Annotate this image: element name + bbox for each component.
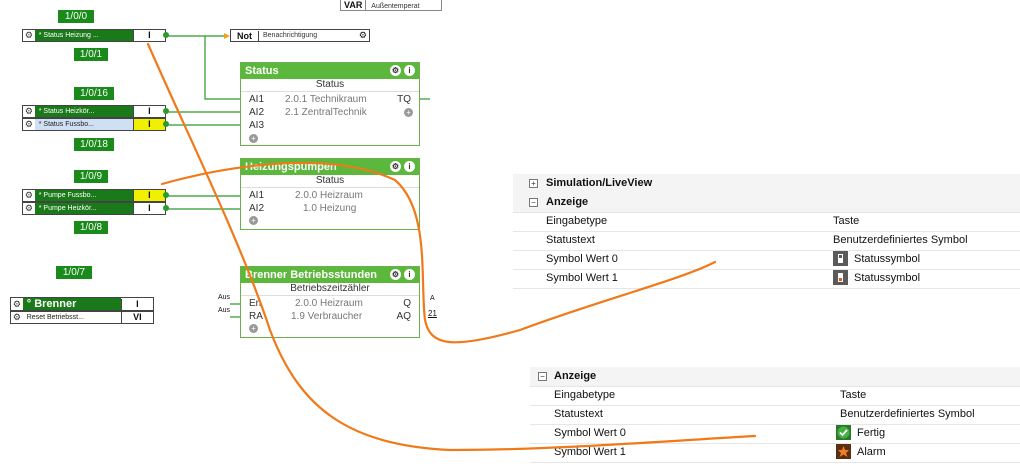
annotation-strokes [146, 42, 757, 452]
annotation-stroke-1 [160, 161, 717, 344]
annotation-stroke-2 [146, 42, 757, 452]
